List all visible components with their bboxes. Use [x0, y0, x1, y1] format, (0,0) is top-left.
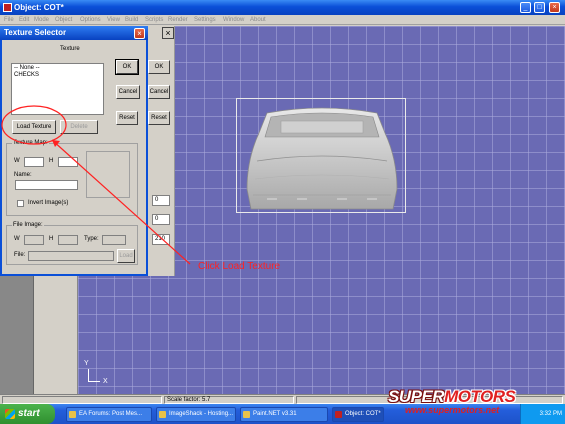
- windows-flag-icon: [5, 409, 15, 419]
- task-imageshack[interactable]: ImageShack - Hosting...: [156, 407, 236, 422]
- annotation-text: Click Load Texture: [198, 261, 281, 272]
- paint-icon: [243, 411, 250, 418]
- status-cell-1: [2, 396, 162, 404]
- watermark-url: www.supermotors.net: [405, 405, 500, 415]
- logo-part-1: SUPER: [388, 387, 445, 406]
- browser-icon: [159, 411, 166, 418]
- status-scale: Scale factor: 5.7: [164, 396, 294, 404]
- highlight-ellipse: [1, 105, 67, 145]
- task-ea-forums[interactable]: EA Forums: Post Mes...: [66, 407, 152, 422]
- clock: 3:32 PM: [539, 411, 562, 417]
- axis-x-line: [88, 381, 100, 382]
- axis-x-label: X: [103, 378, 108, 385]
- system-tray: 3:32 PM: [520, 404, 565, 424]
- task-label: EA Forums: Post Mes...: [79, 411, 143, 417]
- task-label: Paint.NET v3.31: [253, 411, 297, 417]
- logo-part-2: MOTORS: [444, 387, 516, 406]
- watermark-logo: SUPERMOTORS: [388, 387, 516, 407]
- browser-icon: [69, 411, 76, 418]
- app-icon: [335, 411, 342, 418]
- annotation-arrow: [51, 139, 191, 265]
- axis-y-line: [88, 369, 89, 381]
- task-label: Object: COT*: [345, 411, 381, 417]
- task-label: ImageShack - Hosting...: [169, 411, 234, 417]
- task-object-cot[interactable]: Object: COT*: [332, 407, 384, 422]
- axis-y-label: Y: [84, 360, 89, 367]
- task-paint-net[interactable]: Paint.NET v3.31: [240, 407, 328, 422]
